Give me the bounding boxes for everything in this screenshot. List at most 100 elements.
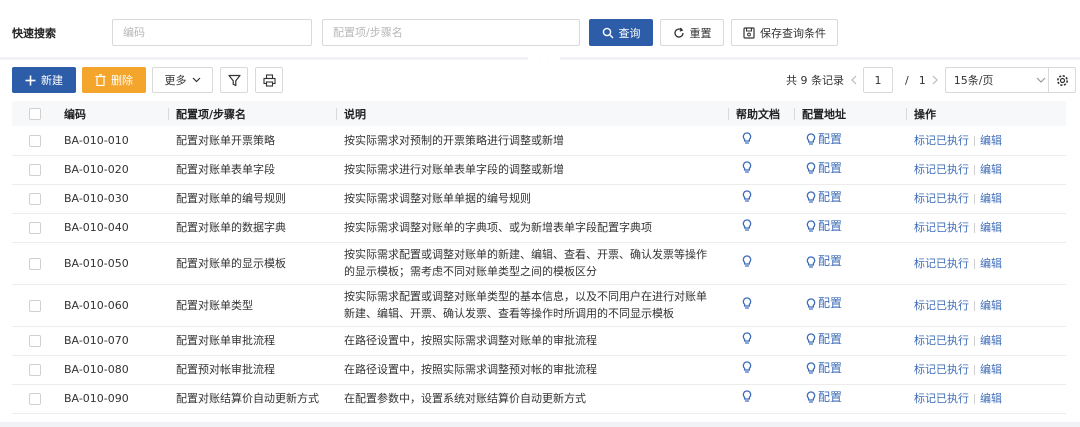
edit-link[interactable]: 编辑 xyxy=(980,192,1002,205)
lightbulb-icon xyxy=(806,133,816,145)
edit-link[interactable]: 编辑 xyxy=(980,221,1002,234)
table-row[interactable]: BA-010-040 配置对账单的数据字典 按实际需求调整对账单的字典项、或为新增表… xyxy=(12,213,1066,242)
query-button[interactable]: 查询 xyxy=(589,19,653,46)
action-divider xyxy=(974,135,975,146)
edit-link[interactable]: 编辑 xyxy=(980,334,1002,347)
table-row[interactable]: BA-010-020 配置对账单表单字段 按实际需求进行对账单表单字段的调整或新增 配… xyxy=(12,155,1066,184)
new-button[interactable]: 新建 xyxy=(12,67,76,93)
row-checkbox[interactable] xyxy=(29,335,41,347)
row-checkbox[interactable] xyxy=(29,164,41,176)
config-cell: 配置 xyxy=(794,355,906,384)
edit-link[interactable]: 编辑 xyxy=(980,257,1002,270)
edit-link[interactable]: 编辑 xyxy=(980,163,1002,176)
edit-link[interactable]: 编辑 xyxy=(980,392,1002,405)
mark-executed-link[interactable]: 标记已执行 xyxy=(914,299,969,312)
delete-button[interactable]: 删除 xyxy=(82,67,146,93)
action-divider xyxy=(974,336,975,346)
code-search-input[interactable] xyxy=(112,19,312,46)
table-row[interactable]: BA-010-080 配置预对帐审批流程 在路径设置中，按照实际需求调整预对帐的审批… xyxy=(12,355,1066,384)
reset-button[interactable]: 重置 xyxy=(660,19,724,46)
table-row[interactable]: BA-010-030 配置对账单的编号规则 按实际需求调整对账单单据的编号规则 配置 标… xyxy=(12,184,1066,213)
help-doc-icon[interactable] xyxy=(742,132,752,144)
chevron-left-icon[interactable] xyxy=(850,75,857,85)
row-checkbox[interactable] xyxy=(29,299,41,312)
config-link-label: 配置 xyxy=(818,331,843,346)
edit-link[interactable]: 编辑 xyxy=(980,134,1002,147)
row-select-cell xyxy=(12,155,56,184)
chevron-right-icon[interactable] xyxy=(932,75,939,85)
code-cell: BA-010-080 xyxy=(64,363,129,376)
actions-cell: 标记已执行 编辑 xyxy=(906,284,1066,326)
config-link[interactable]: 配置 xyxy=(806,360,842,377)
mark-executed-link[interactable]: 标记已执行 xyxy=(914,163,969,176)
action-divider xyxy=(974,258,975,269)
help-doc-icon[interactable] xyxy=(742,296,752,309)
help-doc-icon[interactable] xyxy=(742,332,752,344)
config-link[interactable]: 配置 xyxy=(806,160,842,177)
help-doc-cell xyxy=(728,284,794,326)
more-button[interactable]: 更多 xyxy=(152,67,213,93)
help-doc-icon[interactable] xyxy=(742,161,752,173)
row-checkbox[interactable] xyxy=(29,393,41,405)
table-row[interactable]: BA-010-010 配置对账单开票策略 按实际需求对预制的开票策略进行调整或新增 配… xyxy=(12,126,1066,155)
code-cell: BA-010-010 xyxy=(64,133,129,147)
help-doc-icon[interactable] xyxy=(742,361,752,373)
edit-link[interactable]: 编辑 xyxy=(980,363,1002,376)
config-link[interactable]: 配置 xyxy=(806,131,842,148)
table-row[interactable]: BA-010-060 配置对账单类型 按实际需求配置或调整对账单类型的基本信息，以及… xyxy=(12,284,1066,326)
help-doc-cell xyxy=(728,126,794,155)
search-panel: 快速搜索 查询 重置 保存查询条件 xyxy=(0,0,1080,57)
save-query-button[interactable]: 保存查询条件 xyxy=(731,19,838,46)
mark-executed-link[interactable]: 标记已执行 xyxy=(914,221,969,234)
mark-executed-link[interactable]: 标记已执行 xyxy=(914,192,969,205)
config-link[interactable]: 配置 xyxy=(806,218,842,235)
item-search-input[interactable] xyxy=(322,19,580,46)
help-doc-icon[interactable] xyxy=(742,390,752,402)
mark-executed-link[interactable]: 标记已执行 xyxy=(914,392,969,405)
settings-button[interactable] xyxy=(1048,67,1076,93)
table-row[interactable]: BA-010-090 配置对账结算价自动更新方式 在配置参数中，设置系统对账结算价自… xyxy=(12,384,1066,413)
desc-cell: 按实际需求进行对账单表单字段的调整或新增 xyxy=(344,163,564,176)
page-number-input[interactable]: 1 xyxy=(863,67,893,93)
help-doc-icon[interactable] xyxy=(742,219,752,231)
table-row[interactable]: BA-010-070 配置对账单审批流程 在路径设置中，按照实际需求调整对账单的审批… xyxy=(12,326,1066,355)
plus-icon xyxy=(25,75,36,85)
row-checkbox[interactable] xyxy=(29,364,41,376)
config-link[interactable]: 配置 xyxy=(806,389,842,406)
config-link[interactable]: 配置 xyxy=(806,189,842,206)
help-doc-icon[interactable] xyxy=(742,190,752,202)
filter-button[interactable] xyxy=(220,67,248,93)
config-link[interactable]: 配置 xyxy=(806,331,842,348)
config-link[interactable]: 配置 xyxy=(806,253,842,270)
filter-icon xyxy=(227,74,241,86)
mark-executed-link[interactable]: 标记已执行 xyxy=(914,257,969,270)
row-checkbox[interactable] xyxy=(29,134,41,147)
config-cell: 配置 xyxy=(794,126,906,155)
config-link-label: 配置 xyxy=(818,160,843,175)
mark-executed-link[interactable]: 标记已执行 xyxy=(914,134,969,147)
row-checkbox[interactable] xyxy=(29,222,41,234)
config-link-label: 配置 xyxy=(818,218,843,233)
config-link[interactable]: 配置 xyxy=(806,295,842,312)
print-button[interactable] xyxy=(255,67,283,93)
total-pages: 1 xyxy=(918,73,926,87)
row-checkbox[interactable] xyxy=(29,257,41,270)
desc-cell: 按实际需求调整对账单的字典项、或为新增表单字段配置字典项 xyxy=(344,221,652,234)
mark-executed-link[interactable]: 标记已执行 xyxy=(914,334,969,347)
mark-executed-link[interactable]: 标记已执行 xyxy=(914,363,969,376)
table-row[interactable]: BA-010-050 配置对账单的显示模板 按实际需求配置或调整对账单的新建、编辑、… xyxy=(12,242,1066,284)
desc-cell: 按实际需求调整对账单单据的编号规则 xyxy=(344,192,531,205)
name-cell: 配置对账单类型 xyxy=(176,298,253,312)
printer-icon xyxy=(262,73,276,87)
desc-cell: 按实际需求对预制的开票策略进行调整或新增 xyxy=(344,133,564,147)
config-cell: 配置 xyxy=(794,155,906,184)
name-cell: 配置对账单的编号规则 xyxy=(176,192,286,205)
select-all-checkbox[interactable] xyxy=(29,108,41,120)
row-checkbox[interactable] xyxy=(29,193,41,205)
code-cell: BA-010-030 xyxy=(64,192,129,205)
config-table: 编码 配置项/步骤名 说明 帮助文档 配置地址 操作 BA-010-010 配置对… xyxy=(12,101,1066,414)
page-size-select[interactable]: 15条/页 xyxy=(944,67,1055,93)
edit-link[interactable]: 编辑 xyxy=(980,299,1002,312)
lightbulb-icon xyxy=(806,256,816,268)
help-doc-icon[interactable] xyxy=(742,254,752,267)
